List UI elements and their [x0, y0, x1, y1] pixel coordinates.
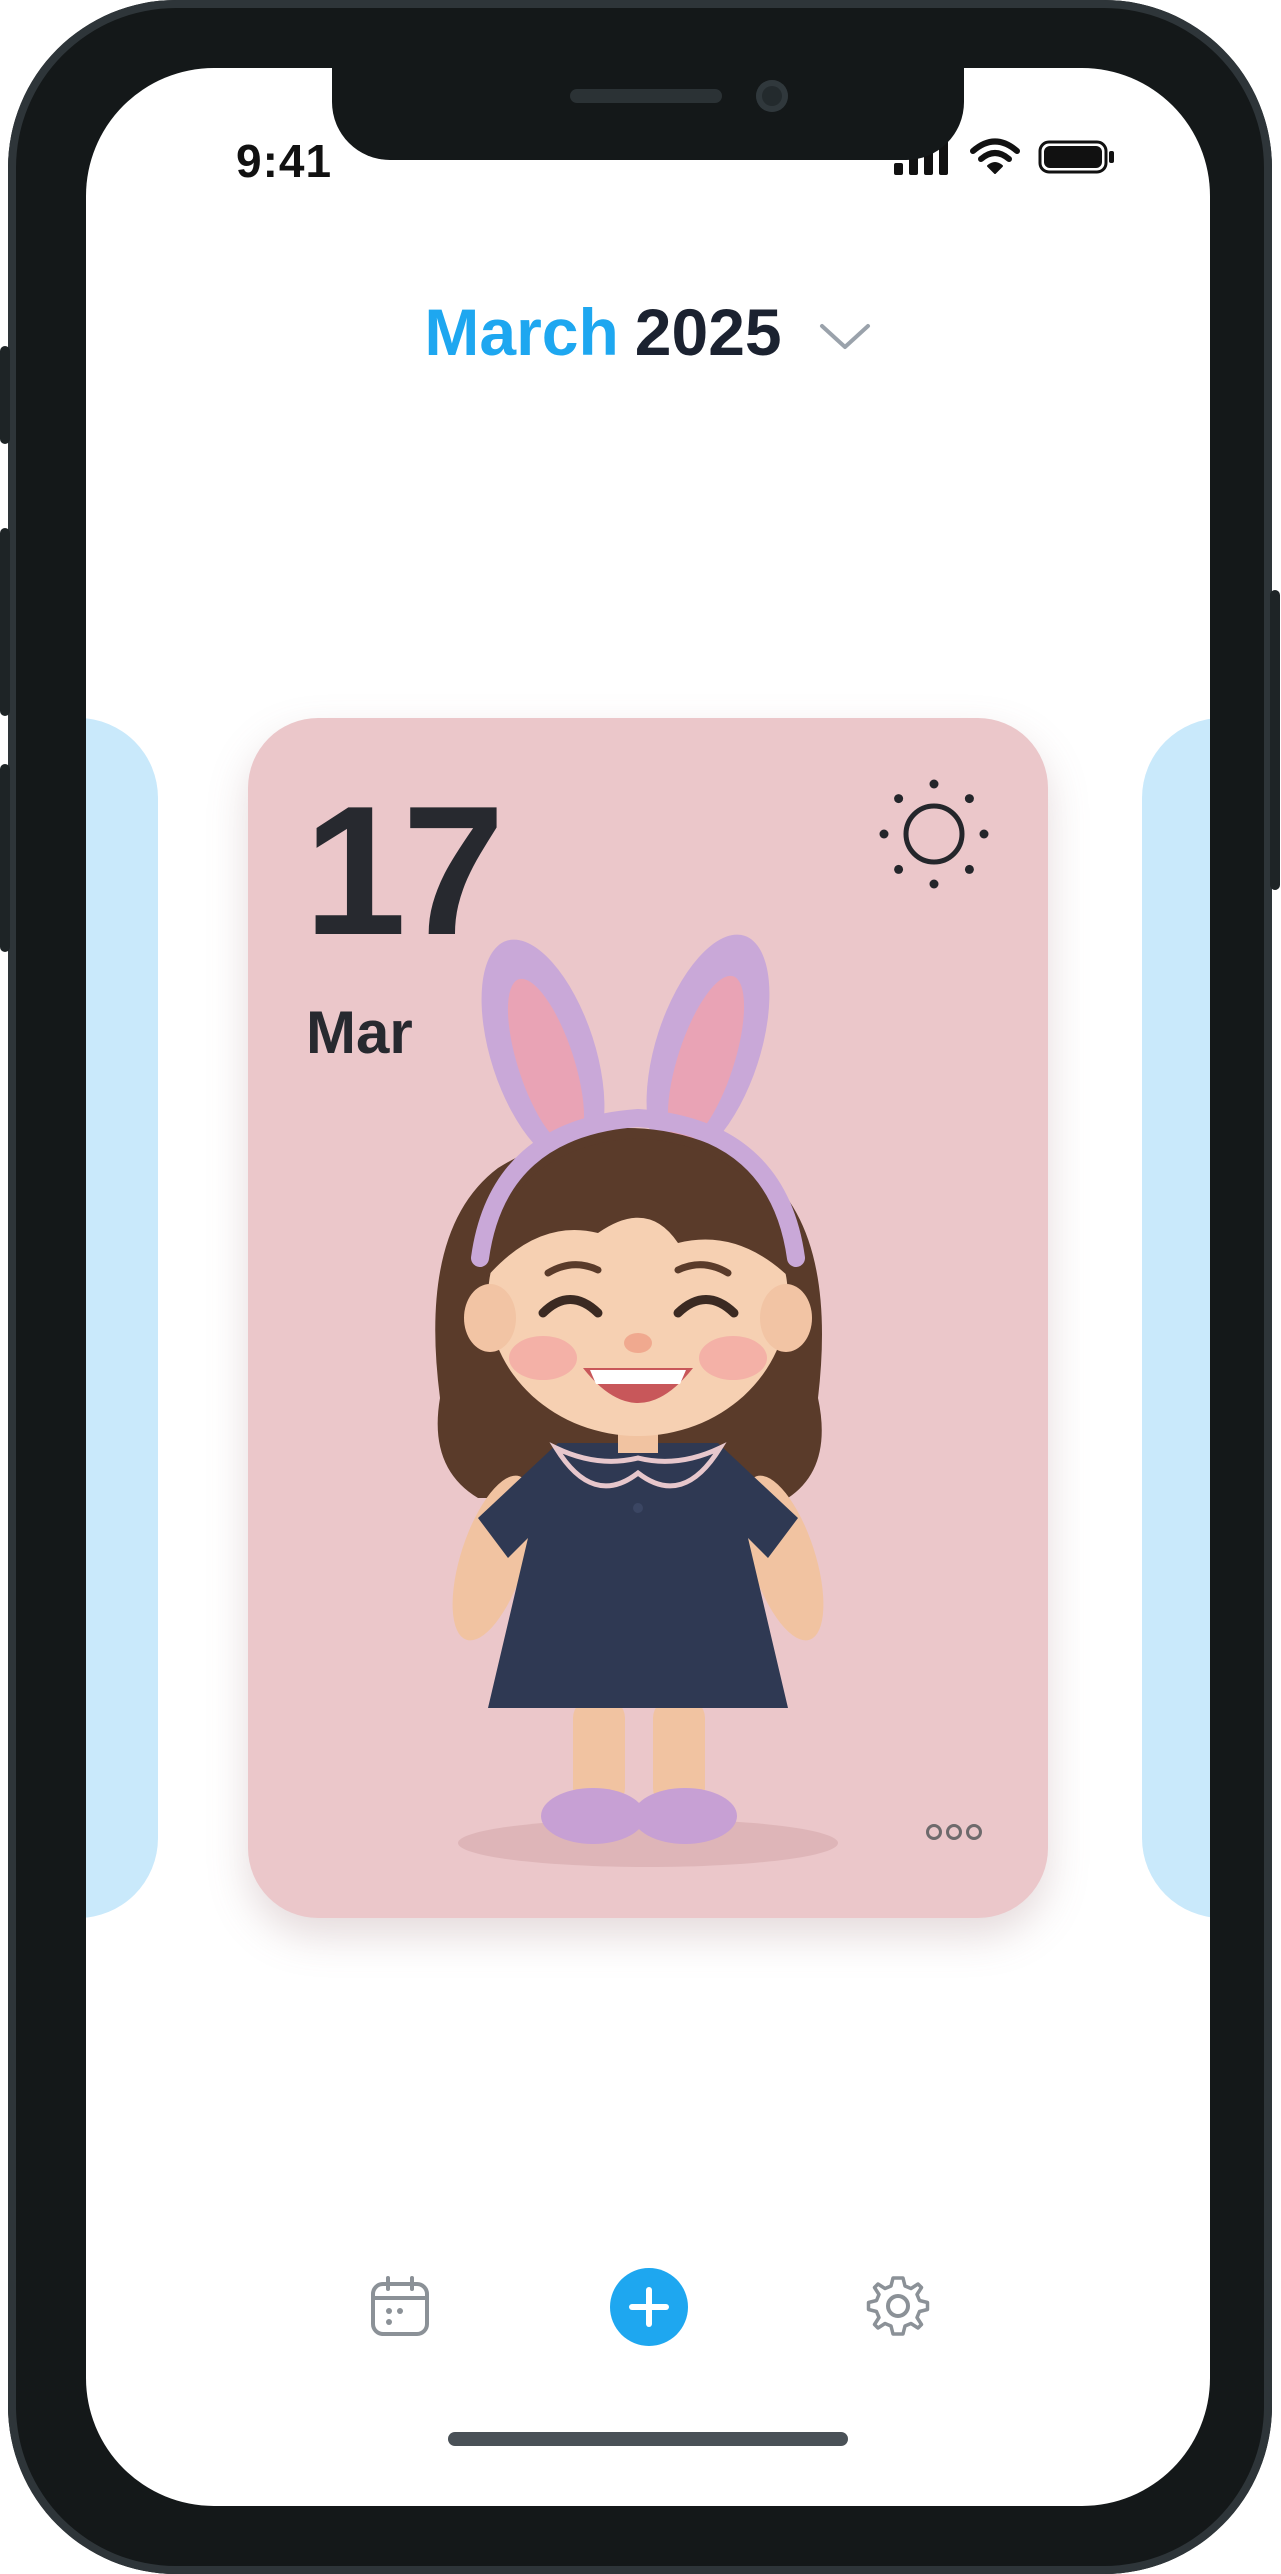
month-short: Mar: [306, 999, 413, 1066]
speaker-grille: [570, 89, 722, 103]
day-card[interactable]: 17 Mar: [248, 718, 1048, 1918]
wifi-icon: [970, 138, 1020, 174]
month-label: March: [424, 295, 619, 369]
plus-icon: [629, 2287, 669, 2327]
status-time: 9:41: [236, 135, 333, 187]
previous-day-card[interactable]: [86, 718, 158, 1918]
battery-icon: [1038, 140, 1114, 174]
power-button: [1270, 590, 1280, 890]
front-camera: [756, 80, 788, 112]
phone-frame: 9:41 March 2025 17 Mar: [0, 0, 1280, 2574]
day-number: 17: [304, 767, 505, 973]
volume-down-button: [0, 764, 10, 952]
notch: [332, 68, 964, 160]
screen: 9:41 March 2025 17 Mar: [86, 68, 1210, 2506]
gear-icon[interactable]: [866, 2274, 930, 2338]
next-day-card[interactable]: [1142, 718, 1210, 1918]
calendar-icon[interactable]: [368, 2274, 432, 2338]
dot: [926, 1824, 942, 1840]
clay-girl-illustration: [435, 934, 838, 1867]
sun-icon[interactable]: [878, 778, 990, 890]
mute-switch: [0, 346, 10, 444]
volume-up-button: [0, 528, 10, 716]
dot: [946, 1824, 962, 1840]
month-year-picker[interactable]: March 2025: [86, 294, 1210, 370]
tab-bar: [86, 2258, 1210, 2358]
more-dots-icon[interactable]: [926, 1824, 982, 1840]
add-button[interactable]: [610, 2268, 688, 2346]
chevron-down-icon: [819, 324, 870, 349]
home-indicator[interactable]: [448, 2432, 848, 2446]
year-label: 2025: [634, 295, 782, 369]
dot: [966, 1824, 982, 1840]
